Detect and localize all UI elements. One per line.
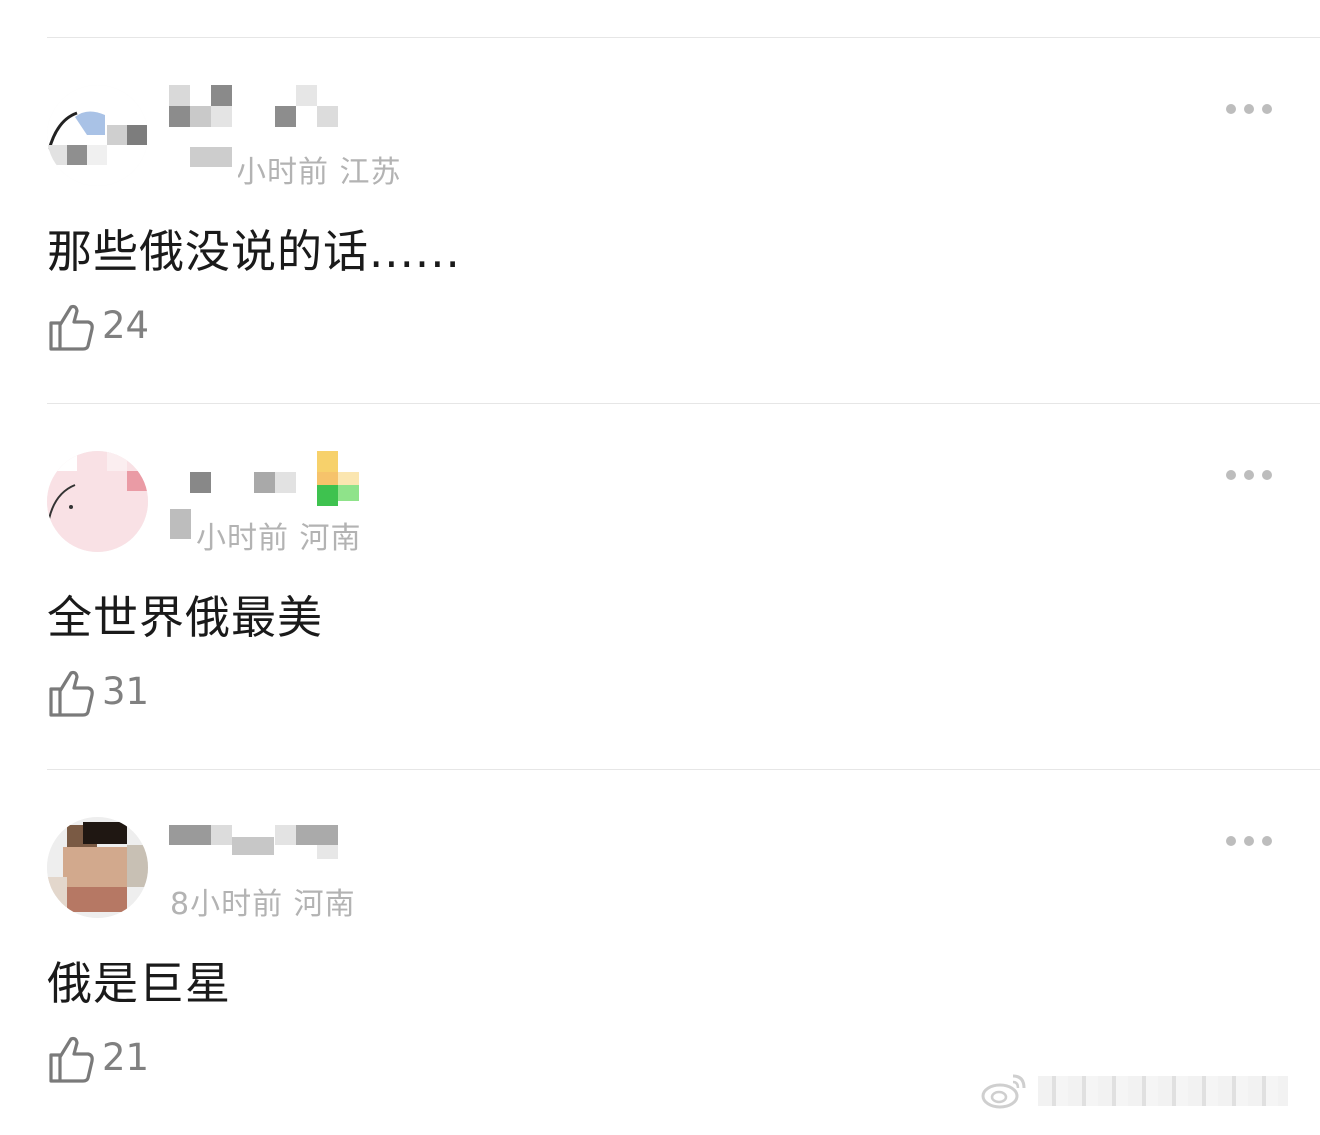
thumbs-up-icon	[49, 304, 94, 351]
comment-text: 俄是巨星	[47, 957, 232, 1010]
comment-meta: 小时前 河南	[196, 521, 362, 556]
comment-meta: 小时前 江苏	[236, 155, 402, 190]
weibo-watermark	[980, 1066, 1310, 1114]
ellipsis-icon	[1262, 104, 1272, 114]
weibo-logo-icon	[981, 1074, 1026, 1109]
like-count: 24	[102, 303, 150, 347]
comment-text: 那些俄没说的话......	[47, 225, 461, 278]
ellipsis-icon	[1226, 836, 1236, 846]
username-pixelated[interactable]	[169, 817, 349, 859]
meta-pixelated	[168, 143, 238, 187]
watermark-text-blurred	[1038, 1076, 1288, 1106]
ellipsis-icon	[1244, 104, 1254, 114]
ellipsis-icon	[1244, 836, 1254, 846]
comment-text: 全世界俄最美	[47, 591, 324, 644]
more-options-button[interactable]	[1226, 103, 1272, 115]
comment-list: 小时前 江苏 那些俄没说的话...... 24 小时前 河南 全世界俄最美 31…	[0, 0, 1320, 1124]
comment-item: 小时前 河南 全世界俄最美 31	[0, 403, 1320, 769]
ellipsis-icon	[1262, 470, 1272, 480]
like-count: 31	[102, 669, 150, 713]
ellipsis-icon	[1262, 836, 1272, 846]
thumbs-up-icon	[49, 1036, 94, 1083]
avatar[interactable]	[47, 817, 148, 918]
avatar[interactable]	[47, 85, 148, 186]
avatar[interactable]	[47, 451, 148, 552]
more-options-button[interactable]	[1226, 835, 1272, 847]
ellipsis-icon	[1226, 470, 1236, 480]
ellipsis-icon	[1244, 470, 1254, 480]
emoji-pixelated	[317, 485, 338, 506]
ellipsis-icon	[1226, 104, 1236, 114]
emoji-pixelated	[338, 485, 359, 501]
like-count: 21	[102, 1035, 150, 1079]
meta-pixelated	[168, 509, 196, 553]
username-pixelated[interactable]	[169, 85, 349, 127]
like-button[interactable]: 21	[47, 1035, 149, 1085]
more-options-button[interactable]	[1226, 469, 1272, 481]
thumbs-up-icon	[49, 670, 94, 717]
comment-meta: 8小时前 河南	[170, 887, 356, 922]
comment-item: 小时前 江苏 那些俄没说的话...... 24	[0, 37, 1320, 403]
like-button[interactable]: 24	[47, 303, 149, 353]
like-button[interactable]: 31	[47, 669, 149, 719]
